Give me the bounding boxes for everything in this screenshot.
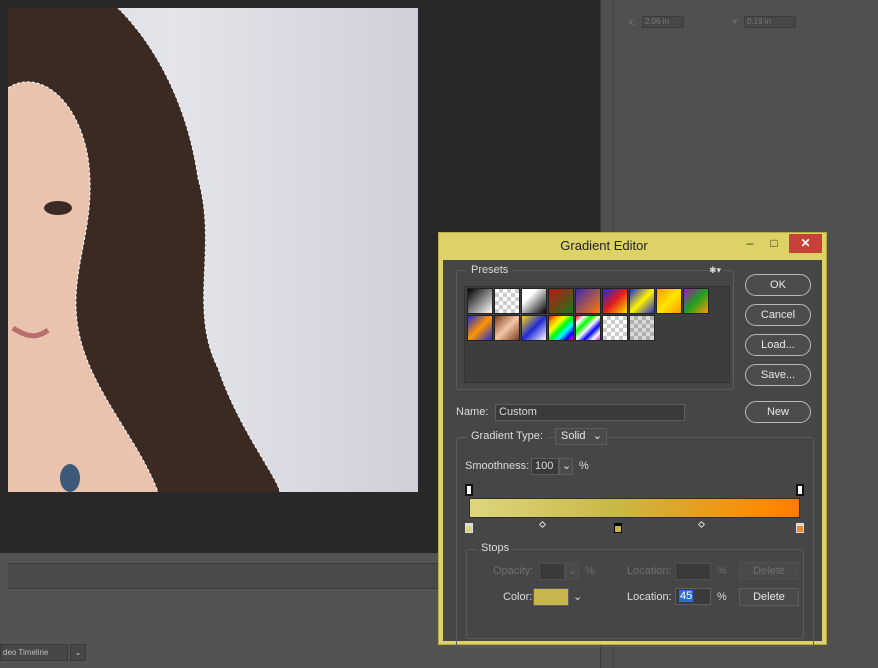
gradient-bar[interactable]: [469, 498, 800, 518]
preset-swatch[interactable]: [575, 315, 601, 341]
preset-swatch[interactable]: [467, 288, 493, 314]
chevron-down-icon[interactable]: ⌄: [573, 590, 582, 603]
chevron-down-icon[interactable]: ⌄: [559, 458, 573, 475]
presets-group: Presets ✱▾: [456, 264, 734, 390]
y-label: Y:: [732, 18, 740, 27]
preset-swatch[interactable]: [629, 315, 655, 341]
portrait-photo: [8, 8, 281, 492]
create-timeline-button[interactable]: deo Timeline: [0, 644, 68, 661]
opacity-stop-marker[interactable]: [796, 484, 804, 496]
preset-swatch[interactable]: [494, 288, 520, 314]
preset-swatch[interactable]: [467, 315, 493, 341]
y-field[interactable]: 0.19 in: [744, 16, 796, 28]
gradient-type-select[interactable]: Solid ⌄: [555, 428, 607, 445]
preset-swatch[interactable]: [602, 288, 628, 314]
chevron-down-icon: ⌄: [592, 430, 602, 442]
close-button[interactable]: ✕: [789, 234, 822, 253]
preset-swatch[interactable]: [548, 288, 574, 314]
smoothness-unit: %: [579, 460, 589, 472]
x-label: X:: [628, 18, 636, 27]
preset-swatch[interactable]: [494, 315, 520, 341]
title-bar[interactable]: Gradient Editor – □ ✕: [439, 233, 826, 259]
minimize-button[interactable]: –: [739, 235, 761, 253]
x-field[interactable]: 2.06 in: [642, 16, 684, 28]
opacity-stop-marker[interactable]: [465, 484, 473, 496]
stops-group: Stops Opacity: ⌄ % Location: % Delete Co…: [466, 542, 804, 639]
color-label: Color:: [503, 591, 533, 603]
location-label: Location:: [627, 565, 672, 577]
opacity-input[interactable]: [539, 563, 565, 580]
preset-swatch[interactable]: [548, 315, 574, 341]
presets-label: Presets: [467, 264, 513, 276]
gradient-editor-dialog: Gradient Editor – □ ✕ Presets ✱▾ OK Canc…: [438, 232, 827, 647]
color-stop-marker[interactable]: [613, 523, 622, 533]
gradient-type-value: Solid: [561, 430, 586, 442]
opacity-location-input[interactable]: [675, 563, 711, 580]
color-stop-marker[interactable]: [465, 523, 473, 533]
canvas-image[interactable]: [8, 8, 418, 492]
presets-swatch-list: [464, 286, 730, 383]
gear-icon[interactable]: ✱▾: [707, 265, 724, 276]
ok-button[interactable]: OK: [745, 274, 811, 296]
chevron-down-icon[interactable]: ⌄: [70, 644, 86, 661]
smoothness-label: Smoothness:: [465, 460, 530, 472]
cancel-button[interactable]: Cancel: [745, 304, 811, 326]
load-button[interactable]: Load...: [745, 334, 811, 356]
dialog-body: Presets ✱▾ OK Cancel Load... Save... Nam…: [443, 260, 822, 647]
preset-swatch[interactable]: [575, 288, 601, 314]
location-unit: %: [717, 565, 727, 577]
maximize-button[interactable]: □: [763, 235, 785, 253]
delete-opacity-stop-button[interactable]: Delete: [739, 562, 799, 580]
gradient-type-label: Gradient Type:: [467, 430, 547, 442]
location-label: Location:: [627, 591, 672, 603]
location-value: 45: [679, 590, 694, 602]
preset-swatch[interactable]: [521, 315, 547, 341]
new-button[interactable]: New: [745, 401, 811, 423]
preset-swatch[interactable]: [656, 288, 682, 314]
opacity-label: Opacity:: [493, 565, 534, 577]
color-swatch[interactable]: [533, 588, 569, 606]
preset-swatch[interactable]: [629, 288, 655, 314]
color-location-input[interactable]: 45: [675, 588, 711, 605]
save-button[interactable]: Save...: [745, 364, 811, 386]
preset-swatch[interactable]: [521, 288, 547, 314]
chevron-down-icon[interactable]: ⌄: [565, 563, 579, 580]
preset-swatch[interactable]: [602, 315, 628, 341]
location-unit: %: [717, 591, 727, 603]
name-input[interactable]: Custom: [495, 404, 685, 421]
stops-label: Stops: [477, 542, 514, 554]
color-stop-marker[interactable]: [796, 523, 804, 533]
delete-color-stop-button[interactable]: Delete: [739, 588, 799, 606]
preset-swatch[interactable]: [683, 288, 709, 314]
dialog-title: Gradient Editor: [560, 238, 648, 253]
name-label: Name:: [456, 406, 489, 418]
opacity-unit: %: [585, 565, 595, 577]
smoothness-input[interactable]: 100: [531, 458, 559, 475]
